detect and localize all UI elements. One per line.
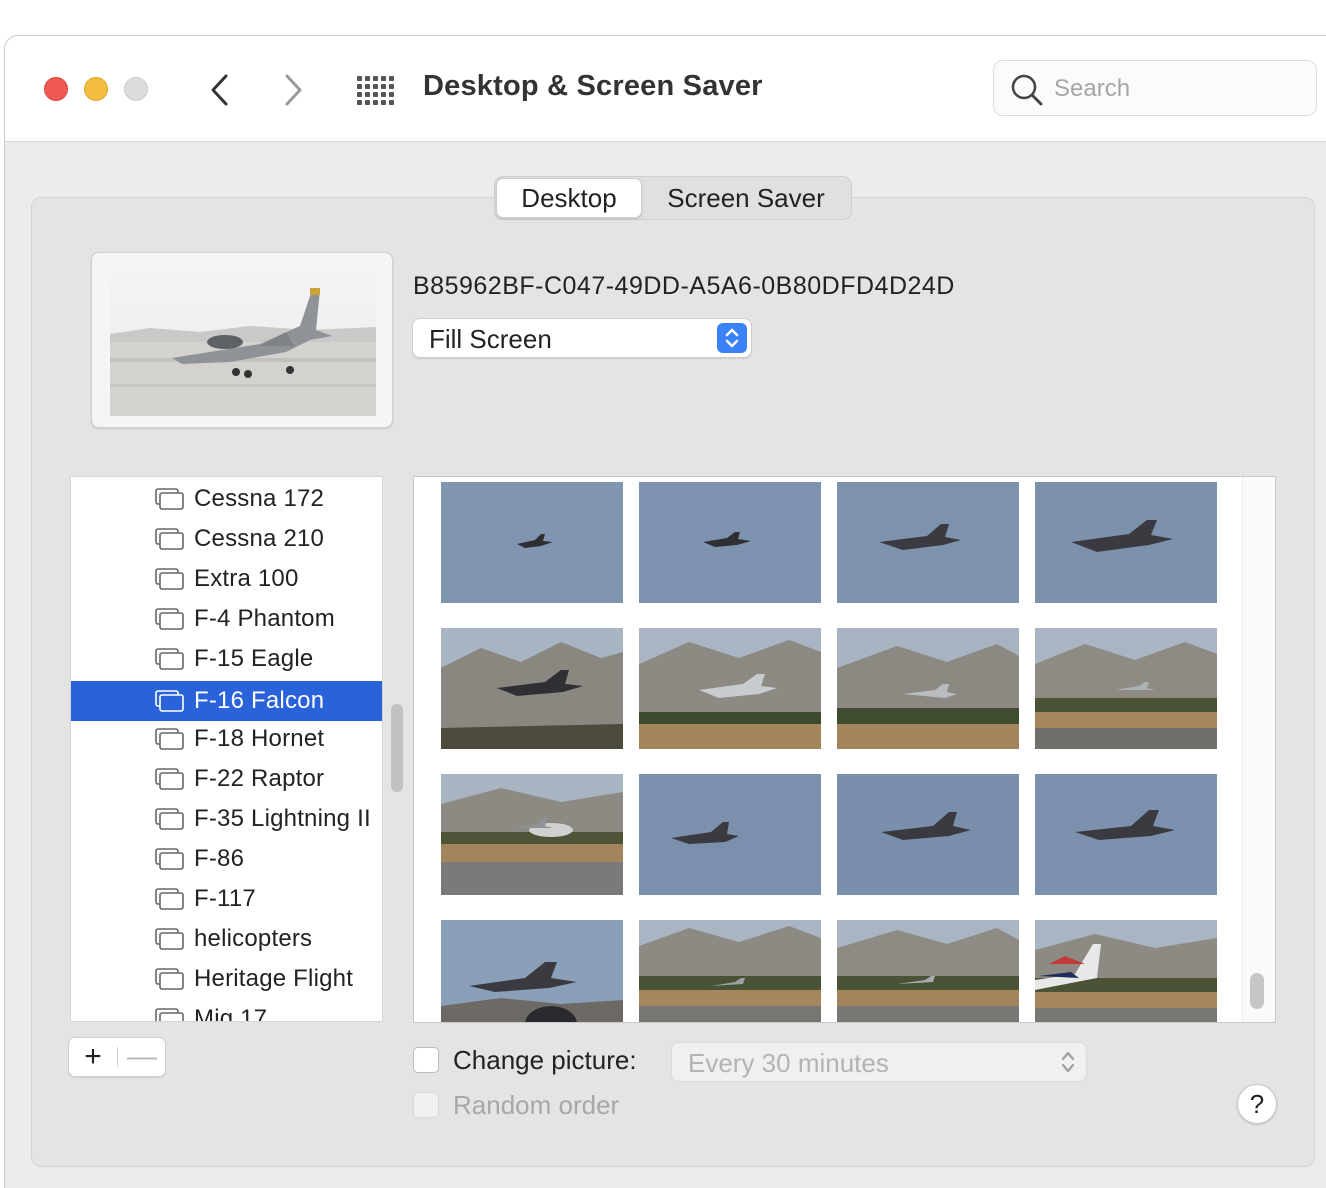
picture-thumbnail[interactable] [441, 628, 623, 749]
picture-thumbnail[interactable] [1035, 774, 1217, 895]
search-icon [1011, 74, 1043, 106]
folder-label: Heritage Flight [194, 965, 354, 992]
search-input[interactable] [1054, 73, 1294, 105]
remove-folder-button[interactable]: — [118, 1038, 166, 1076]
change-interval-value: Every 30 minutes [688, 1048, 889, 1078]
picture-thumbnail[interactable] [441, 920, 623, 1022]
picture-thumbnail[interactable] [639, 482, 821, 603]
folder-item[interactable]: Heritage Flight [71, 959, 382, 999]
folder-item[interactable]: F-22 Raptor [71, 759, 382, 799]
folder-stack-icon [155, 808, 184, 830]
folder-stack-icon [155, 648, 184, 670]
preview-image [110, 266, 376, 416]
title-bar: Desktop & Screen Saver [5, 36, 1326, 142]
folder-label: helicopters [194, 925, 313, 952]
search-field[interactable] [993, 60, 1317, 116]
folder-item[interactable]: helicopters [71, 919, 382, 959]
folder-label: F-4 Phantom [194, 605, 335, 632]
folder-label: Cessna 172 [194, 485, 325, 512]
folder-item[interactable]: F-4 Phantom [71, 599, 382, 639]
folder-item[interactable]: Extra 100 [71, 559, 382, 599]
random-order-label: Random order [453, 1090, 620, 1120]
folder-stack-icon [155, 768, 184, 790]
random-order-checkbox[interactable] [413, 1092, 439, 1118]
chevron-left-icon [211, 74, 228, 106]
current-picture-name: B85962BF-C047-49DD-A5A6-0B80DFD4D24D [413, 272, 955, 300]
folder-label: Cessna 210 [194, 525, 325, 552]
folder-item[interactable]: F-117 [71, 879, 382, 919]
folder-stack-icon [155, 608, 184, 630]
preferences-window: Desktop & Screen Saver Desktop Screen Sa… [4, 35, 1326, 1188]
tab-segmented-control: Desktop Screen Saver [494, 176, 852, 220]
change-interval-select[interactable]: Every 30 minutes [671, 1042, 1087, 1082]
folder-item[interactable]: Cessna 210 [71, 519, 382, 559]
folder-stack-icon [155, 690, 184, 712]
folder-label: F-22 Raptor [194, 765, 325, 792]
picture-thumbnail[interactable] [1035, 482, 1217, 603]
picture-thumbnail[interactable] [837, 628, 1019, 749]
add-remove-control: + — [68, 1037, 166, 1077]
up-down-chevron-icon [717, 323, 747, 353]
folder-stack-icon [155, 848, 184, 870]
folder-label: F-35 Lightning II [194, 805, 371, 832]
chevron-right-icon [285, 74, 302, 106]
picture-thumbnail[interactable] [837, 482, 1019, 603]
folder-list-scrollbar[interactable] [391, 704, 403, 792]
desktop-preview [91, 252, 393, 428]
up-down-chevron-icon [1061, 1051, 1075, 1073]
folder-item[interactable]: Cessna 172 [71, 479, 382, 519]
close-button[interactable] [44, 77, 68, 101]
tab-screen-saver[interactable]: Screen Saver [642, 178, 850, 218]
add-folder-button[interactable]: + [69, 1038, 117, 1076]
zoom-button[interactable] [124, 77, 148, 101]
fit-mode-value: Fill Screen [429, 324, 552, 354]
folder-stack-icon [155, 568, 184, 590]
picture-thumbnail[interactable] [837, 774, 1019, 895]
folder-stack-icon [155, 888, 184, 910]
back-button[interactable] [200, 70, 240, 110]
picture-thumbnail[interactable] [441, 482, 623, 603]
minimize-button[interactable] [84, 77, 108, 101]
picture-thumbnail[interactable] [441, 774, 623, 895]
folder-label: F-86 [194, 845, 245, 872]
folder-item[interactable]: Mig 17 [71, 999, 382, 1022]
folder-label: Extra 100 [194, 565, 299, 592]
folder-stack-icon [155, 928, 184, 950]
folder-label: Mig 17 [194, 1005, 268, 1022]
picture-thumbnail[interactable] [639, 774, 821, 895]
show-all-grid-button[interactable] [355, 74, 395, 106]
folder-item[interactable]: F-15 Eagle [71, 639, 382, 679]
folder-stack-icon [155, 968, 184, 990]
picture-thumbnail[interactable] [1035, 628, 1217, 749]
tab-desktop[interactable]: Desktop [496, 178, 642, 218]
change-picture-checkbox[interactable] [413, 1047, 439, 1073]
folder-item-selected[interactable]: F-16 Falcon [71, 681, 382, 721]
folder-stack-icon [155, 1008, 184, 1021]
folder-item[interactable]: F-35 Lightning II [71, 799, 382, 839]
folder-label: F-15 Eagle [194, 645, 314, 672]
folder-item[interactable]: F-86 [71, 839, 382, 879]
folder-label: F-117 [194, 885, 256, 912]
picture-grid[interactable] [413, 476, 1276, 1023]
folder-label: F-16 Falcon [194, 687, 325, 714]
fit-mode-select[interactable]: Fill Screen [412, 318, 752, 358]
folder-label: F-18 Hornet [194, 725, 325, 752]
change-picture-label: Change picture: [453, 1045, 637, 1075]
picture-grid-scroll-track [1242, 477, 1275, 1022]
folder-list[interactable]: Cessna 172 Cessna 210 Extra 100 F-4 Phan… [70, 476, 383, 1022]
help-button[interactable]: ? [1237, 1084, 1277, 1124]
picture-thumbnail[interactable] [639, 920, 821, 1022]
folder-stack-icon [155, 488, 184, 510]
picture-thumbnail[interactable] [1035, 920, 1217, 1022]
picture-thumbnail[interactable] [837, 920, 1019, 1022]
folder-stack-icon [155, 728, 184, 750]
forward-button[interactable] [273, 70, 313, 110]
folder-item[interactable]: F-18 Hornet [71, 719, 382, 759]
picture-grid-scrollbar[interactable] [1250, 973, 1264, 1009]
window-title: Desktop & Screen Saver [423, 70, 763, 102]
folder-stack-icon [155, 528, 184, 550]
picture-thumbnail[interactable] [639, 628, 821, 749]
